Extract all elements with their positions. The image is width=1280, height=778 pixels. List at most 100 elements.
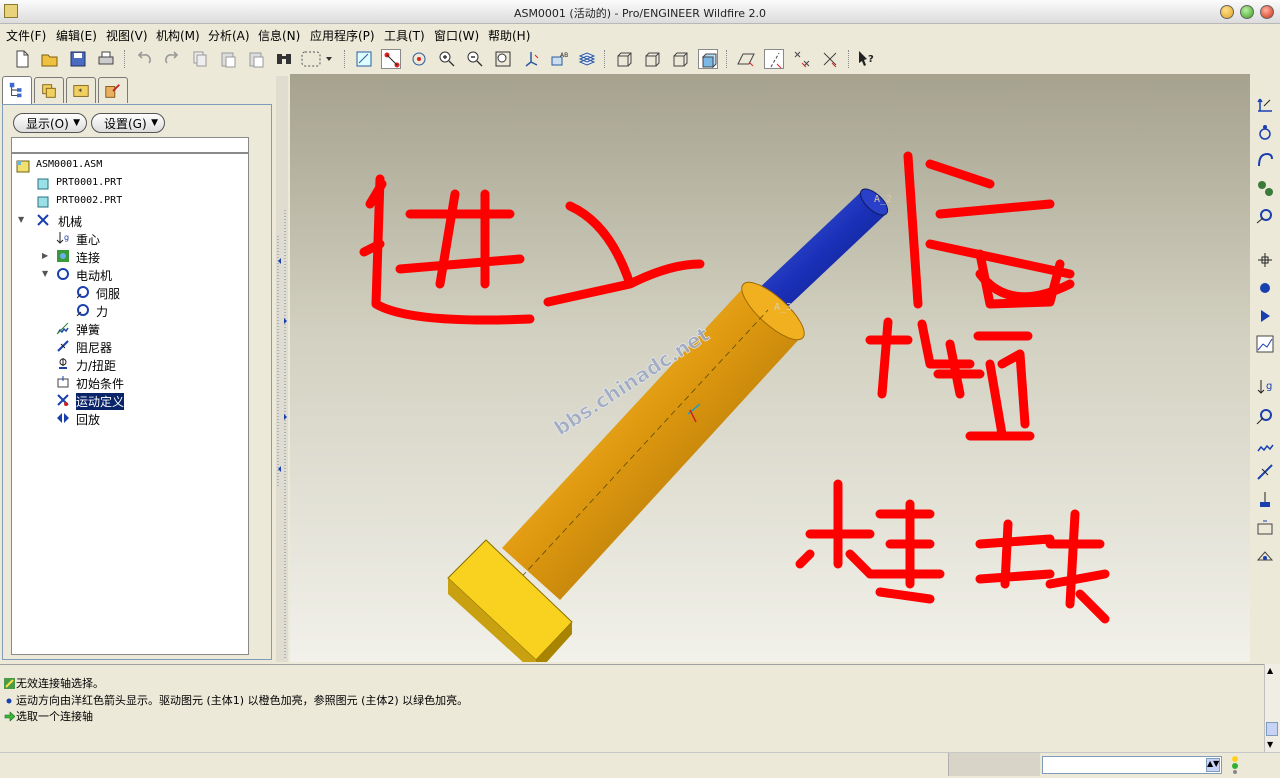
menu-view[interactable]: 视图(V) — [106, 27, 148, 44]
gravity-tool-icon[interactable]: g — [1255, 378, 1275, 398]
settings-button[interactable]: 设置(G) ▼ — [91, 113, 165, 133]
menu-help[interactable]: 帮助(H) — [488, 27, 530, 44]
warning-icon — [4, 678, 15, 689]
maximize-button[interactable] — [1240, 5, 1254, 19]
scroll-thumb[interactable] — [1266, 722, 1278, 736]
status-bar: ▲▼ — [0, 752, 1280, 776]
measure-results-icon[interactable] — [1255, 334, 1275, 354]
saved-views-icon[interactable]: AB — [549, 49, 569, 69]
tab-favorites[interactable]: * — [66, 77, 96, 103]
svg-text:AB: AB — [560, 52, 568, 59]
menu-analysis[interactable]: 分析(A) — [208, 27, 250, 44]
graphics-viewport[interactable]: A_2 A_3 bbs.chinadc.net — [290, 74, 1250, 662]
tab-folder-browser[interactable] — [34, 77, 64, 103]
find-icon[interactable] — [274, 49, 294, 69]
axis-label-a3: A_3 — [774, 302, 792, 313]
drag-components-icon[interactable] — [1255, 94, 1275, 114]
print-icon[interactable] — [96, 49, 116, 69]
expand-toggle-icon[interactable]: ▼ — [18, 215, 24, 224]
zoom-out-icon[interactable] — [465, 49, 485, 69]
damper-tool-icon[interactable] — [1255, 462, 1275, 482]
datum-planes-icon[interactable] — [736, 49, 756, 69]
reorient-icon[interactable] — [521, 49, 541, 69]
force-torque-icon — [56, 357, 70, 371]
mechanism-analysis-icon[interactable] — [1255, 250, 1275, 270]
navigator-tabs: * — [0, 76, 275, 104]
no-hidden-icon[interactable] — [670, 49, 690, 69]
shading-icon[interactable] — [698, 49, 718, 69]
copy-icon[interactable] — [190, 49, 210, 69]
motor-icon — [56, 267, 70, 281]
model-tree-panel: 显示(O) ▼ 设置(G) ▼ ASM0001.ASM PRT0001.PRT PR… — [2, 104, 272, 660]
paste-icon[interactable] — [218, 49, 238, 69]
svg-text:?: ? — [868, 54, 874, 65]
initial-condition-icon — [56, 375, 70, 389]
display-button[interactable]: 显示(O) ▼ — [13, 113, 87, 133]
force-torque-tool-icon[interactable] — [1255, 490, 1275, 510]
axis-label-a2: A_2 — [874, 194, 892, 205]
wireframe-icon[interactable] — [614, 49, 634, 69]
context-help-icon[interactable]: ? — [856, 49, 876, 69]
connection-tool-icon[interactable] — [1255, 122, 1275, 142]
paste-special-icon[interactable] — [246, 49, 266, 69]
scroll-up-icon[interactable]: ▲ — [1267, 666, 1273, 675]
mechanism-icon — [36, 213, 50, 227]
expand-toggle-icon[interactable]: ▶ — [42, 251, 48, 260]
redo-icon[interactable] — [162, 49, 182, 69]
initial-condition-tool-icon[interactable] — [1255, 518, 1275, 538]
window-title: ASM0001 (活动的) - Pro/ENGINEER Wildfire 2.… — [513, 7, 767, 20]
selection-filter-icon[interactable] — [300, 49, 334, 69]
svg-text:g: g — [64, 233, 69, 242]
gear-pair-icon[interactable] — [1255, 178, 1275, 198]
save-icon[interactable] — [68, 49, 88, 69]
play-icon[interactable] — [1255, 306, 1275, 326]
tab-model-tree[interactable] — [2, 76, 32, 104]
right-toolbar: g — [1250, 74, 1280, 662]
message-scrollbar[interactable]: ▲ ▼ — [1264, 664, 1280, 752]
menu-applications[interactable]: 应用程序(P) — [310, 27, 375, 44]
mass-properties-icon[interactable] — [1255, 546, 1275, 566]
menu-mechanism[interactable]: 机构(M) — [156, 27, 200, 44]
force-icon — [76, 303, 90, 317]
new-file-icon[interactable] — [12, 49, 32, 69]
menu-file[interactable]: 文件(F) — [6, 27, 46, 44]
panel-splitter[interactable] — [276, 76, 288, 662]
open-folder-icon[interactable] — [40, 49, 60, 69]
damper-icon — [56, 339, 70, 353]
playback-dot-icon[interactable] — [1255, 278, 1275, 298]
datum-axes-icon[interactable] — [764, 49, 784, 69]
refit-icon[interactable] — [493, 49, 513, 69]
layers-icon[interactable] — [577, 49, 597, 69]
traffic-light-icon — [1230, 755, 1240, 775]
part-icon — [36, 195, 50, 209]
datum-points-icon[interactable] — [792, 49, 812, 69]
title-bar: ASM0001 (活动的) - Pro/ENGINEER Wildfire 2.… — [0, 0, 1280, 24]
menu-edit[interactable]: 编辑(E) — [56, 27, 97, 44]
undo-icon[interactable] — [134, 49, 154, 69]
spin-center-icon[interactable] — [381, 49, 401, 69]
gold-cylinder[interactable] — [502, 274, 812, 600]
motion-definition-icon — [56, 393, 70, 407]
chevron-down-icon: ▼ — [151, 118, 158, 128]
menu-window[interactable]: 窗口(W) — [434, 27, 479, 44]
servo-motor-icon[interactable] — [1255, 206, 1275, 226]
repaint-icon[interactable] — [354, 49, 374, 69]
coordinate-systems-icon[interactable] — [820, 49, 840, 69]
close-button[interactable] — [1260, 5, 1274, 19]
playback-icon — [56, 411, 70, 425]
selection-filter-dropdown[interactable]: ▲▼ — [1042, 756, 1222, 774]
spring-tool-icon[interactable] — [1255, 434, 1275, 454]
orient-mode-icon[interactable] — [409, 49, 429, 69]
cam-connection-icon[interactable] — [1255, 150, 1275, 170]
scroll-down-icon[interactable]: ▼ — [1267, 740, 1273, 749]
menu-tools[interactable]: 工具(T) — [384, 27, 425, 44]
tab-connections[interactable] — [98, 77, 128, 103]
force-motor-icon[interactable] — [1255, 406, 1275, 426]
part-icon — [36, 177, 50, 191]
minimize-button[interactable] — [1220, 5, 1234, 19]
zoom-in-icon[interactable] — [437, 49, 457, 69]
menu-info[interactable]: 信息(N) — [258, 27, 300, 44]
chevron-down-icon[interactable]: ▲▼ — [1206, 758, 1220, 772]
expand-toggle-icon[interactable]: ▼ — [42, 269, 48, 278]
hidden-line-icon[interactable] — [642, 49, 662, 69]
